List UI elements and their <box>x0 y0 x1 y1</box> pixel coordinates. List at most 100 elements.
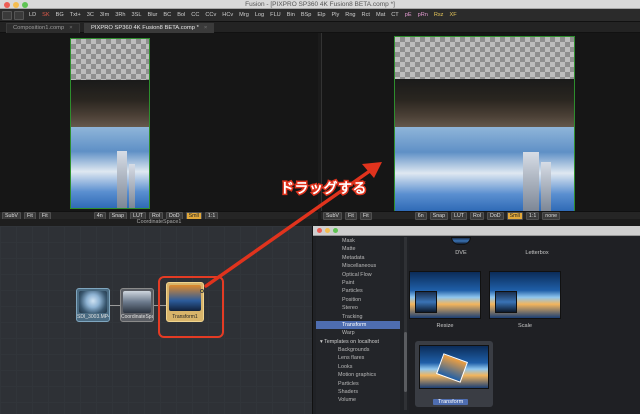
tile-label: Letterbox <box>525 250 549 256</box>
node-coordinate-space[interactable]: CoordinateSpace1 <box>120 288 154 322</box>
viewer-right-controls: SubV Fit Fit 6n Snap LUT Rol DoD Smll 1:… <box>321 211 640 220</box>
fit-button[interactable]: Fit <box>344 211 357 220</box>
none-button[interactable]: none <box>542 211 561 220</box>
tool-button-3rh[interactable]: 3Rh <box>112 12 128 18</box>
subview-button[interactable]: SubV <box>323 211 342 220</box>
tile-label: DVE <box>455 250 467 256</box>
list-item[interactable]: Miscellaneous <box>316 262 400 270</box>
viewer-right-image <box>394 36 575 212</box>
minimize-window-button[interactable] <box>325 228 330 233</box>
list-item[interactable]: Motion graphics <box>316 371 400 379</box>
tile-label-selected: Transform <box>433 399 469 405</box>
tool-button-ct[interactable]: CT <box>388 12 401 18</box>
close-window-button[interactable] <box>317 228 322 233</box>
tool-button-bin[interactable]: Bin <box>284 12 298 18</box>
tool-button-bsp[interactable]: BSp <box>298 12 315 18</box>
close-icon[interactable]: × <box>69 25 72 31</box>
node-thumbnail <box>79 291 107 313</box>
viewer-left[interactable] <box>0 33 318 211</box>
viewer-left-caption: CoordinateSpace1 <box>0 219 318 226</box>
toolbar-icon[interactable] <box>14 10 24 20</box>
list-item[interactable]: Backgrounds <box>316 346 400 354</box>
tool-button-rct[interactable]: Rct <box>359 12 373 18</box>
fit-button-2[interactable]: Fit <box>359 211 372 220</box>
list-item[interactable]: Metadata <box>316 254 400 262</box>
tool-button-3im[interactable]: 3Im <box>97 12 112 18</box>
lut-button[interactable]: LUT <box>451 211 468 220</box>
tool-button-xf[interactable]: XF <box>446 12 459 18</box>
tool-button-elp[interactable]: Elp <box>314 12 328 18</box>
list-item[interactable]: Particles <box>316 380 400 388</box>
tile-thumbnail-inset <box>495 291 517 313</box>
node-label: SDI_3003.MP4 <box>77 314 109 320</box>
tool-button-flu[interactable]: FLU <box>267 12 284 18</box>
dod-button[interactable]: DoD <box>487 211 504 220</box>
tool-button-rsz[interactable]: Rsz <box>431 12 447 18</box>
tool-button-rng[interactable]: Rng <box>342 12 358 18</box>
tool-button-log[interactable]: Log <box>252 12 267 18</box>
list-item[interactable]: Paint <box>316 279 400 287</box>
tool-button-bg[interactable]: BG <box>53 12 67 18</box>
list-item[interactable]: Volume <box>316 396 400 404</box>
close-icon[interactable]: × <box>204 25 207 31</box>
tab-label: Composition1.comp <box>13 25 65 31</box>
document-tabbar: Composition1.comp × PIXPRO SP360 4K Fusio… <box>0 22 640 33</box>
bins-tile-grid: DVE Letterbox Resize Scale Transform <box>409 237 640 414</box>
list-item-selected[interactable]: Transform <box>316 320 400 330</box>
tool-button-mrg[interactable]: Mrg <box>236 12 252 18</box>
highlight-box <box>158 276 224 338</box>
list-item[interactable]: Tracking <box>316 313 400 321</box>
node-thumbnail <box>123 291 151 313</box>
maximize-window-button[interactable] <box>333 228 338 233</box>
list-item[interactable]: Optical Flow <box>316 271 400 279</box>
tile-transform-selected[interactable] <box>415 341 493 407</box>
snap-button[interactable]: Snap <box>429 211 449 220</box>
tool-button-ply[interactable]: Ply <box>329 12 343 18</box>
tool-button-ld[interactable]: LD <box>26 12 39 18</box>
window-title: Fusion - [PIXPRO SP360 4K Fusion8 BETA.c… <box>245 1 395 8</box>
tile-thumbnail-inset <box>415 291 437 313</box>
list-item[interactable]: Looks <box>316 363 400 371</box>
list-item[interactable]: Stereo <box>316 304 400 312</box>
window-titlebar: Fusion - [PIXPRO SP360 4K Fusion8 BETA.c… <box>0 0 640 9</box>
ratio-button[interactable]: 1:1 <box>525 211 540 220</box>
tile-resize[interactable] <box>409 271 481 319</box>
tile-label: Resize <box>436 323 454 329</box>
tool-button-sk[interactable]: SK <box>39 12 52 18</box>
list-item[interactable]: Shaders <box>316 388 400 396</box>
list-item[interactable]: Mask <box>316 237 400 245</box>
tool-button-txt[interactable]: Txt+ <box>67 12 84 18</box>
roi-button[interactable]: Rol <box>470 211 484 220</box>
flow-node-editor[interactable]: SDI_3003.MP4 CoordinateSpace1 Transform1 <box>0 226 312 414</box>
tile-scale[interactable] <box>489 271 561 319</box>
tool-button-bc[interactable]: BC <box>160 12 174 18</box>
toolbar-icon[interactable] <box>2 10 12 20</box>
tool-button-ccv[interactable]: CCv <box>202 12 219 18</box>
bins-category-list[interactable]: Mask Matte Metadata Miscellaneous Optica… <box>316 237 400 414</box>
tool-button-blur[interactable]: Blur <box>144 12 160 18</box>
list-item[interactable]: Warp <box>316 329 400 337</box>
tile-thumbnail <box>451 237 471 245</box>
tool-button-cc[interactable]: CC <box>188 12 202 18</box>
tool-button-mat[interactable]: Mat <box>373 12 388 18</box>
list-item[interactable]: Matte <box>316 245 400 253</box>
list-item[interactable]: Position <box>316 296 400 304</box>
tool-button-hcv[interactable]: HCv <box>219 12 236 18</box>
bins-list-scrollbar[interactable] <box>404 237 407 410</box>
tab-label: PIXPRO SP360 4K Fusion8 BETA.comp * <box>91 25 199 31</box>
tool-button-3sl[interactable]: 3SL <box>129 12 145 18</box>
small-button[interactable]: Smll <box>506 211 523 220</box>
list-group-header[interactable]: ▾ Templates on localhost <box>316 338 400 346</box>
tool-button-bol[interactable]: Bol <box>174 12 188 18</box>
list-item[interactable]: Particles <box>316 287 400 295</box>
tab-composition1[interactable]: Composition1.comp × <box>6 23 80 33</box>
list-item[interactable]: Lens flares <box>316 354 400 362</box>
zoom-button[interactable]: 6n <box>414 211 427 220</box>
viewer-right[interactable] <box>321 33 640 212</box>
tool-button-3c[interactable]: 3C <box>84 12 97 18</box>
node-loader[interactable]: SDI_3003.MP4 <box>76 288 110 322</box>
tile-label: Scale <box>518 323 532 329</box>
tab-pixpro-comp[interactable]: PIXPRO SP360 4K Fusion8 BETA.comp * × <box>84 23 215 33</box>
tool-button-prn[interactable]: pRn <box>415 12 431 18</box>
tool-button-pe[interactable]: pE <box>402 12 415 18</box>
